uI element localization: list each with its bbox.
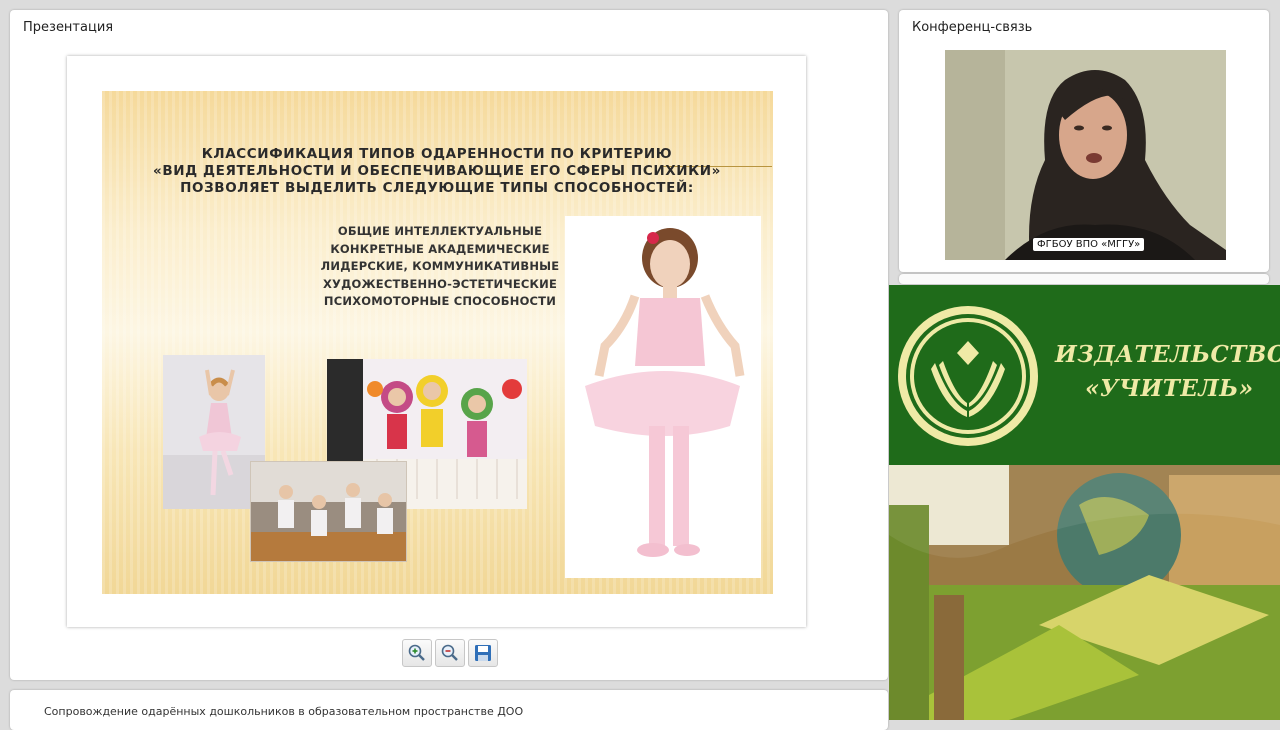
slide-heading-line: КЛАССИФИКАЦИЯ ТИПОВ ОДАРЕННОСТИ ПО КРИТЕ… <box>201 146 673 162</box>
zoom-out-icon <box>441 644 458 661</box>
list-item: КОНКРЕТНЫЕ АКАДЕМИЧЕСКИЕ <box>330 241 550 256</box>
slide-heading-line: ПОЗВОЛЯЕТ ВЫДЕЛИТЬ СЛЕДУЮЩИЕ ТИПЫ СПОСОБ… <box>180 180 694 196</box>
presentation-title: Презентация <box>23 20 114 35</box>
conference-panel: Конференц-связь ФГБОУ ВПО «МГГУ» <box>899 10 1269 272</box>
dance-class-photo <box>250 461 407 562</box>
zoom-in-button[interactable] <box>402 639 432 667</box>
list-item: ПСИХОМОТОРНЫЕ СПОСОБНОСТИ <box>323 294 557 308</box>
camera-caption: ФГБОУ ВПО «МГГУ» <box>1033 238 1145 251</box>
conference-strip <box>899 274 1269 284</box>
zoom-out-button[interactable] <box>435 639 465 667</box>
footer-panel: Сопровождение одарённых дошкольников в о… <box>10 690 888 730</box>
list-item: ОБЩИЕ ИНТЕЛЛЕКТУАЛЬНЫЕ <box>337 224 543 238</box>
publisher-name-line1: ИЗДАТЕЛЬСТВО <box>1055 341 1280 368</box>
slide-frame: КЛАССИФИКАЦИЯ ТИПОВ ОДАРЕННОСТИ ПО КРИТЕ… <box>67 56 806 627</box>
save-button[interactable] <box>468 639 498 667</box>
list-item: ЛИДЕРСКИЕ, КОММУНИКАТИВНЫЕ <box>320 259 560 273</box>
abilities-list: ОБЩИЕ ИНТЕЛЛЕКТУАЛЬНЫЕ КОНКРЕТНЫЕ АКАДЕМ… <box>316 223 564 311</box>
girl-in-tutu-photo <box>565 216 761 578</box>
video-feed: ФГБОУ ВПО «МГГУ» <box>945 50 1226 260</box>
presentation-panel: Презентация КЛАССИФИКАЦИЯ ТИПОВ ОДАРЕННО… <box>10 10 888 680</box>
publisher-logo-icon <box>898 306 1038 446</box>
list-item: ХУДОЖЕСТВЕННО-ЭСТЕТИЧЕСКИЕ <box>322 276 558 291</box>
zoom-in-icon <box>408 644 425 661</box>
save-icon <box>475 645 491 661</box>
conference-title: Конференц-связь <box>912 20 1033 35</box>
webinar-title: Сопровождение одарённых дошкольников в о… <box>44 705 524 718</box>
books-globe-image <box>889 465 1280 720</box>
slide-heading: КЛАССИФИКАЦИЯ ТИПОВ ОДАРЕННОСТИ ПО КРИТЕ… <box>132 146 742 197</box>
slide-heading-line: «ВИД ДЕЯТЕЛЬНОСТИ И ОБЕСПЕЧИВАЮЩИЕ ЕГО С… <box>153 163 721 179</box>
slide: КЛАССИФИКАЦИЯ ТИПОВ ОДАРЕННОСТИ ПО КРИТЕ… <box>102 91 773 594</box>
publisher-name-line2: «УЧИТЕЛЬ» <box>1085 375 1254 402</box>
publisher-banner: ИЗДАТЕЛЬСТВО «УЧИТЕЛЬ» <box>889 285 1280 465</box>
